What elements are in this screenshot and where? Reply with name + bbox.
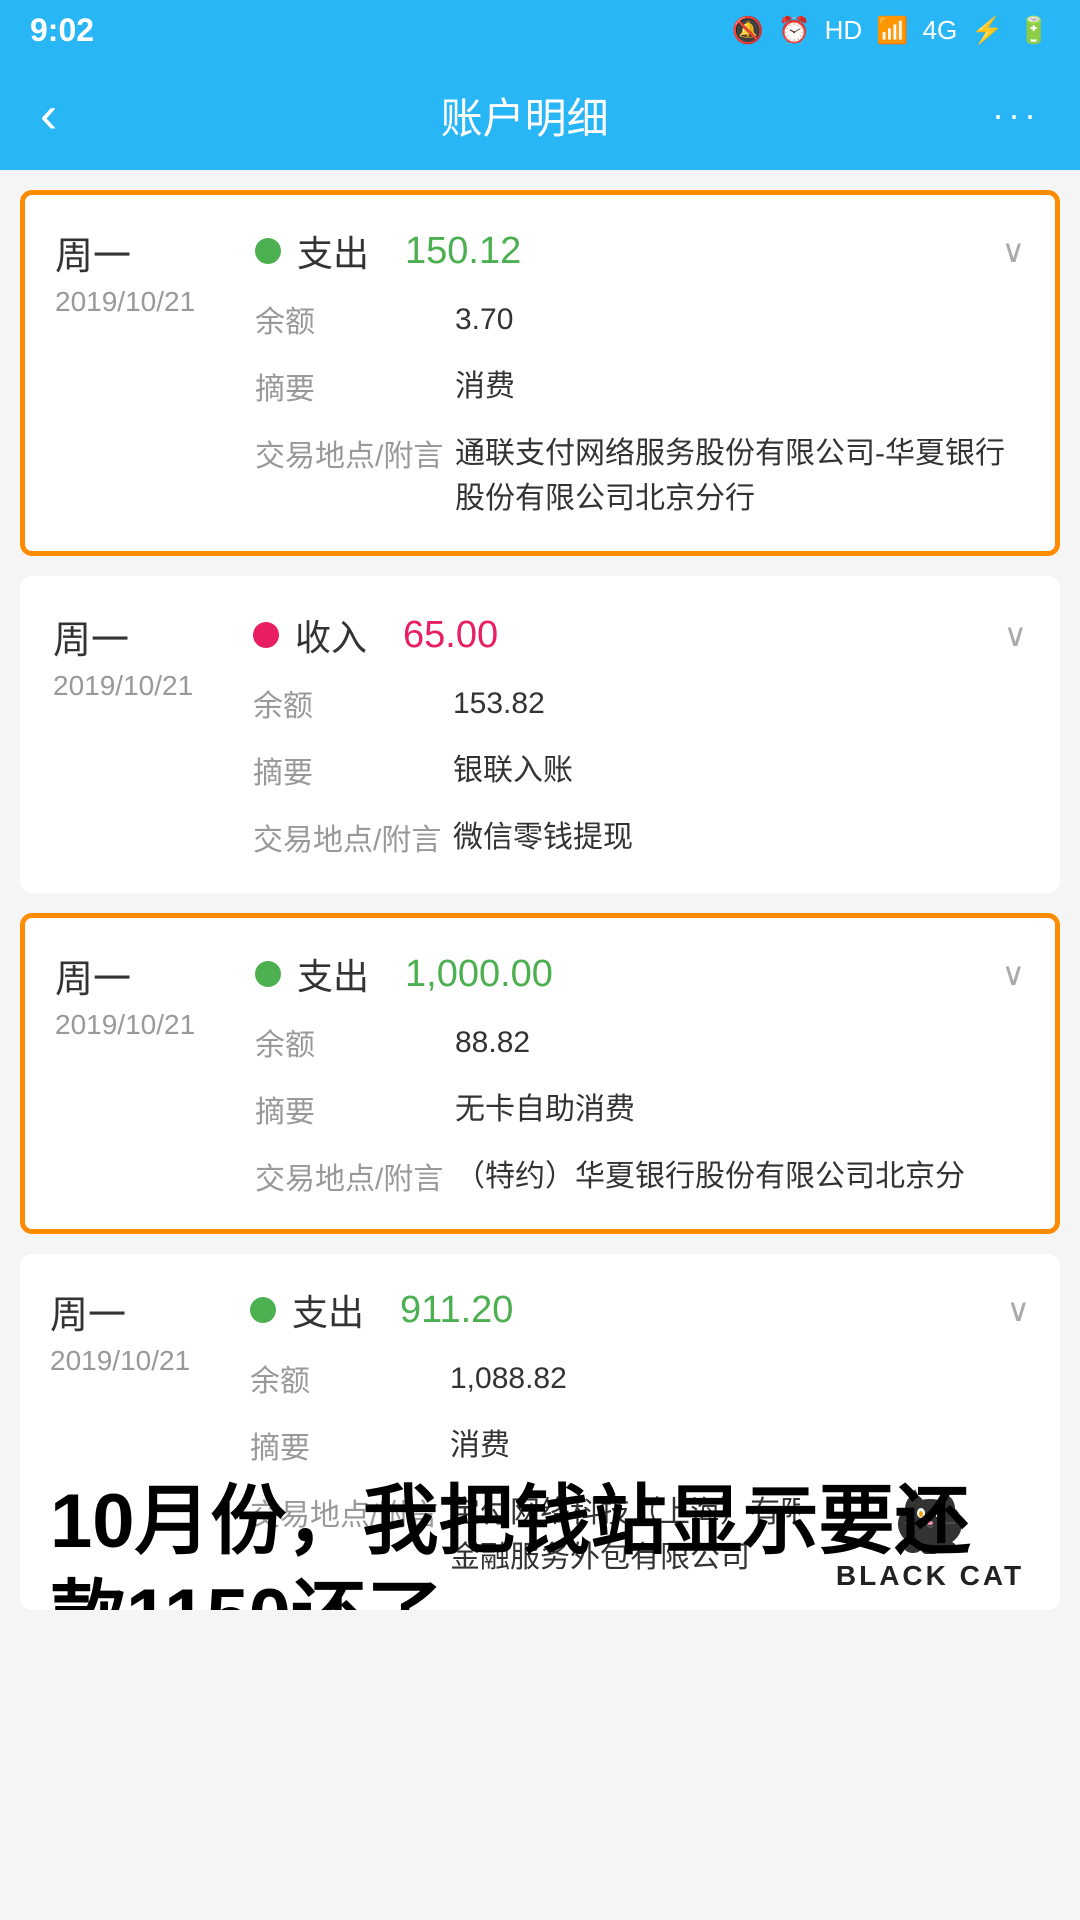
chevron-down-icon-1[interactable]: ∨ (1002, 232, 1025, 270)
details-col-2: 收入 65.00 ∨ 余额 153.82 摘要 银联入账 交易地点/附言 微信零… (253, 609, 1027, 860)
signal-icon: 📶 (876, 15, 908, 46)
detail-row-1-0: 余额 3.70 (255, 297, 1025, 342)
detail-value-1-2: 通联支付网络服务股份有限公司-华夏银行股份有限公司北京分行 (455, 431, 1025, 521)
tx-header-2: 收入 65.00 ∨ (253, 609, 1027, 661)
tx-type-2: 收入 (295, 609, 367, 661)
detail-value-3-0: 88.82 (455, 1020, 1025, 1065)
detail-row-1-1: 摘要 消费 (255, 364, 1025, 409)
detail-row-3-1: 摘要 无卡自助消费 (255, 1087, 1025, 1132)
back-button[interactable]: ‹ (40, 85, 57, 145)
detail-label-1-1: 摘要 (255, 364, 455, 408)
detail-row-2-2: 交易地点/附言 微信零钱提现 (253, 815, 1027, 860)
page-title: 账户明细 (441, 85, 609, 146)
chevron-down-icon-2[interactable]: ∨ (1004, 616, 1027, 654)
network-icon: 4G (923, 15, 958, 46)
tx-header-4: 支出 911.20 ∨ (250, 1284, 1030, 1336)
transaction-card-1: 周一 2019/10/21 支出 150.12 ∨ 余额 3.70 (20, 190, 1060, 556)
overlay-annotation: 10月份，我把钱站显示要还款1150还了。 (50, 1474, 1030, 1610)
detail-label-1-0: 余额 (255, 297, 455, 341)
detail-label-3-2: 交易地点/附言 (255, 1154, 455, 1198)
battery-icon: 🔋 (1018, 15, 1050, 46)
weekday-4: 周一 (50, 1284, 250, 1339)
tx-header-1: 支出 150.12 ∨ (255, 225, 1025, 277)
detail-value-2-2: 微信零钱提现 (453, 815, 1027, 860)
detail-label-2-2: 交易地点/附言 (253, 815, 453, 859)
weekday-2: 周一 (53, 609, 253, 664)
transaction-body-2: 周一 2019/10/21 收入 65.00 ∨ 余额 153.82 (53, 609, 1027, 860)
date-2: 2019/10/21 (53, 670, 253, 702)
detail-value-3-1: 无卡自助消费 (455, 1087, 1025, 1132)
detail-label-1-2: 交易地点/附言 (255, 431, 455, 475)
detail-label-2-1: 摘要 (253, 748, 453, 792)
chevron-down-icon-4[interactable]: ∨ (1007, 1291, 1030, 1329)
date-3: 2019/10/21 (55, 1009, 255, 1041)
status-bar: 9:02 🔕 ⏰ HD 📶 4G ⚡ 🔋 (0, 0, 1080, 60)
detail-value-1-1: 消费 (455, 364, 1025, 409)
detail-row-1-2: 交易地点/附言 通联支付网络服务股份有限公司-华夏银行股份有限公司北京分行 (255, 431, 1025, 521)
tx-amount-2: 65.00 (403, 614, 1004, 657)
detail-row-2-1: 摘要 银联入账 (253, 748, 1027, 793)
details-col-1: 支出 150.12 ∨ 余额 3.70 摘要 消费 交易地点/附言 通联支付网络… (255, 225, 1025, 521)
date-4: 2019/10/21 (50, 1345, 250, 1377)
mute-icon: 🔕 (732, 15, 764, 46)
status-icons: 🔕 ⏰ HD 📶 4G ⚡ 🔋 (732, 15, 1050, 46)
tx-header-left-2: 收入 65.00 (253, 609, 1004, 661)
detail-row-2-0: 余额 153.82 (253, 681, 1027, 726)
tx-type-4: 支出 (292, 1284, 364, 1336)
detail-row-3-2: 交易地点/附言 （特约）华夏银行股份有限公司北京分 (255, 1154, 1025, 1199)
transaction-card-3: 周一 2019/10/21 支出 1,000.00 ∨ 余额 88.82 (20, 913, 1060, 1234)
tx-type-3: 支出 (297, 948, 369, 1000)
transaction-card-2: 周一 2019/10/21 收入 65.00 ∨ 余额 153.82 (20, 576, 1060, 893)
transaction-body-1: 周一 2019/10/21 支出 150.12 ∨ 余额 3.70 (55, 225, 1025, 521)
detail-value-2-1: 银联入账 (453, 748, 1027, 793)
tx-type-1: 支出 (297, 225, 369, 277)
transaction-card-4: 周一 2019/10/21 支出 911.20 ∨ 余额 1,088.82 (20, 1254, 1060, 1610)
tx-amount-1: 150.12 (405, 230, 1002, 273)
date-col-1: 周一 2019/10/21 (55, 225, 255, 521)
detail-value-4-0: 1,088.82 (450, 1356, 1030, 1401)
header: ‹ 账户明细 ··· (0, 60, 1080, 170)
content-area: 周一 2019/10/21 支出 150.12 ∨ 余额 3.70 (0, 190, 1080, 1610)
tx-amount-4: 911.20 (400, 1289, 1007, 1332)
date-col-2: 周一 2019/10/21 (53, 609, 253, 860)
tx-header-3: 支出 1,000.00 ∨ (255, 948, 1025, 1000)
dot-icon-4 (250, 1297, 276, 1323)
date-1: 2019/10/21 (55, 286, 255, 318)
detail-row-3-0: 余额 88.82 (255, 1020, 1025, 1065)
weekday-3: 周一 (55, 948, 255, 1003)
detail-label-3-1: 摘要 (255, 1087, 455, 1131)
transaction-body-3: 周一 2019/10/21 支出 1,000.00 ∨ 余额 88.82 (55, 948, 1025, 1199)
more-button[interactable]: ··· (992, 94, 1040, 136)
charge-icon: ⚡ (971, 15, 1003, 46)
chevron-down-icon-3[interactable]: ∨ (1002, 955, 1025, 993)
tx-amount-3: 1,000.00 (405, 953, 1002, 996)
dot-icon-2 (253, 622, 279, 648)
hd-icon: HD (825, 15, 863, 46)
tx-header-left-3: 支出 1,000.00 (255, 948, 1002, 1000)
detail-label-2-0: 余额 (253, 681, 453, 725)
tx-header-left-4: 支出 911.20 (250, 1284, 1007, 1336)
detail-row-4-0: 余额 1,088.82 (250, 1356, 1030, 1401)
detail-label-3-0: 余额 (255, 1020, 455, 1064)
detail-label-4-0: 余额 (250, 1356, 450, 1400)
status-time: 9:02 (30, 12, 94, 49)
detail-value-3-2: （特约）华夏银行股份有限公司北京分 (455, 1154, 1025, 1199)
dot-icon-1 (255, 238, 281, 264)
alarm-icon: ⏰ (778, 15, 810, 46)
detail-value-2-0: 153.82 (453, 681, 1027, 726)
weekday-1: 周一 (55, 225, 255, 280)
details-col-3: 支出 1,000.00 ∨ 余额 88.82 摘要 无卡自助消费 交易地点/附言… (255, 948, 1025, 1199)
dot-icon-3 (255, 961, 281, 987)
date-col-3: 周一 2019/10/21 (55, 948, 255, 1199)
detail-value-1-0: 3.70 (455, 297, 1025, 342)
tx-header-left-1: 支出 150.12 (255, 225, 1002, 277)
